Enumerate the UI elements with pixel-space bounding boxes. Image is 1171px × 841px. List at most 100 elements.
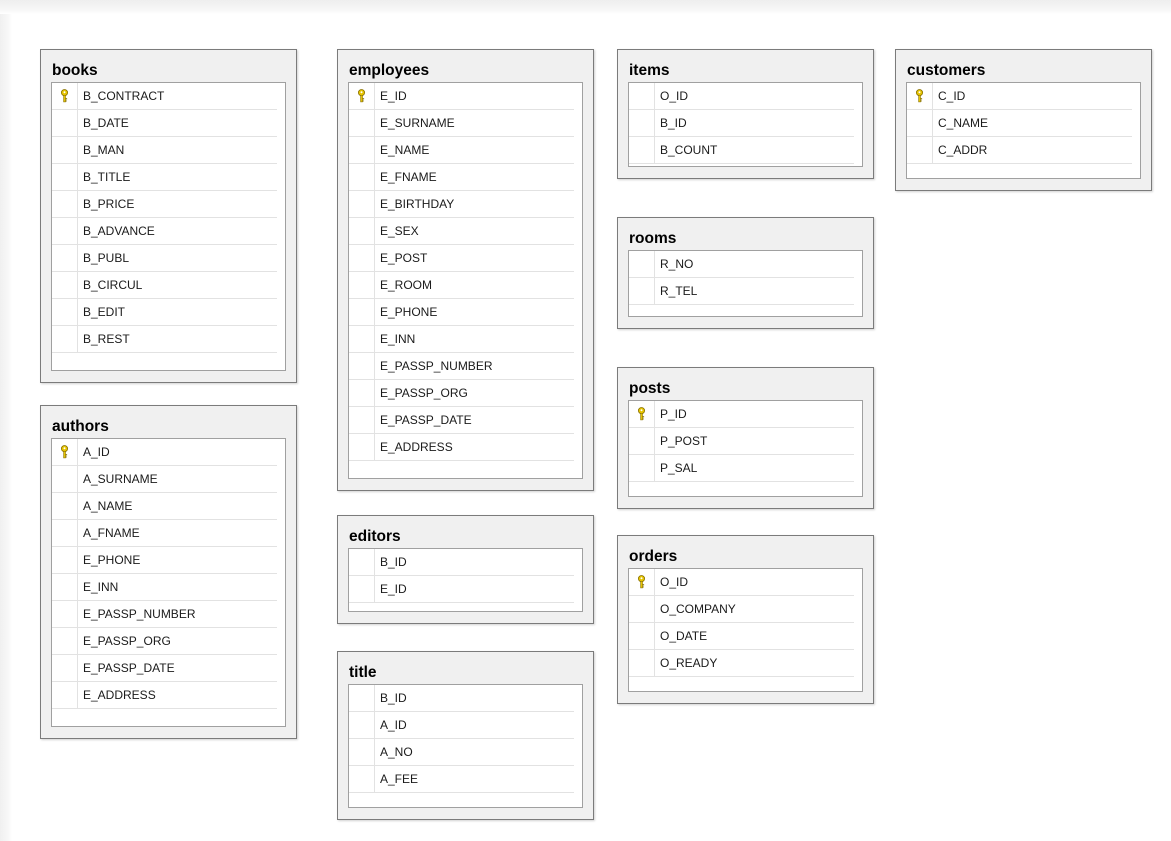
row-selector[interactable] — [349, 164, 375, 190]
table-employees[interactable]: employees E_ID E_SURNAME E_NAME E_FNAME E_BIR… — [337, 49, 594, 491]
column-row[interactable]: E_PASSP_NUMBER — [52, 601, 277, 628]
row-selector[interactable] — [349, 353, 375, 379]
column-row[interactable]: A_FEE — [349, 766, 574, 793]
row-selector[interactable] — [907, 137, 933, 163]
column-row[interactable]: E_INN — [52, 574, 277, 601]
row-selector[interactable] — [52, 655, 78, 681]
table-orders[interactable]: orders O_ID O_COMPANY O_DATE O_READY — [617, 535, 874, 704]
column-row[interactable]: E_FNAME — [349, 164, 574, 191]
row-selector[interactable] — [349, 218, 375, 244]
row-selector[interactable] — [52, 191, 78, 217]
column-row[interactable]: O_ID — [629, 83, 854, 110]
row-selector[interactable] — [52, 574, 78, 600]
column-row[interactable]: B_TITLE — [52, 164, 277, 191]
column-row[interactable]: O_READY — [629, 650, 854, 677]
column-row[interactable]: E_PHONE — [349, 299, 574, 326]
column-row[interactable]: O_COMPANY — [629, 596, 854, 623]
row-selector[interactable] — [349, 245, 375, 271]
row-selector[interactable] — [52, 272, 78, 298]
row-selector[interactable] — [629, 650, 655, 676]
row-selector[interactable] — [629, 623, 655, 649]
column-row[interactable]: E_SURNAME — [349, 110, 574, 137]
row-selector[interactable] — [349, 380, 375, 406]
column-row[interactable]: E_ROOM — [349, 272, 574, 299]
column-row[interactable]: E_PASSP_DATE — [349, 407, 574, 434]
row-selector[interactable] — [349, 712, 375, 738]
row-selector[interactable] — [52, 466, 78, 492]
column-row[interactable]: E_PASSP_NUMBER — [349, 353, 574, 380]
column-row[interactable]: E_PASSP_DATE — [52, 655, 277, 682]
row-selector[interactable] — [629, 278, 655, 304]
column-row[interactable]: A_ID — [52, 439, 277, 466]
row-selector[interactable] — [629, 110, 655, 136]
row-selector[interactable] — [349, 299, 375, 325]
column-row[interactable]: E_PHONE — [52, 547, 277, 574]
row-selector[interactable] — [349, 407, 375, 433]
column-row[interactable]: B_ID — [349, 685, 574, 712]
column-row[interactable]: R_NO — [629, 251, 854, 278]
row-selector[interactable] — [907, 110, 933, 136]
row-selector[interactable] — [629, 251, 655, 277]
row-selector[interactable] — [52, 520, 78, 546]
column-row[interactable]: B_PRICE — [52, 191, 277, 218]
column-row[interactable]: P_POST — [629, 428, 854, 455]
row-selector[interactable] — [349, 191, 375, 217]
column-row[interactable]: B_ID — [349, 549, 574, 576]
column-row[interactable]: C_ADDR — [907, 137, 1132, 164]
row-selector[interactable] — [52, 218, 78, 244]
row-selector[interactable] — [349, 83, 375, 109]
table-books[interactable]: books B_CONTRACT B_DATE B_MAN B_TITLE B_PRICE… — [40, 49, 297, 383]
column-row[interactable]: E_INN — [349, 326, 574, 353]
row-selector[interactable] — [349, 685, 375, 711]
row-selector[interactable] — [52, 326, 78, 352]
table-title[interactable]: employees — [349, 62, 429, 80]
column-row[interactable]: E_SEX — [349, 218, 574, 245]
row-selector[interactable] — [629, 401, 655, 427]
row-selector[interactable] — [52, 110, 78, 136]
table-authors[interactable]: authors A_ID A_SURNAME A_NAME A_FNAME E_PHONE… — [40, 405, 297, 739]
column-row[interactable]: C_ID — [907, 83, 1132, 110]
row-selector[interactable] — [629, 137, 655, 163]
column-row[interactable]: E_ID — [349, 83, 574, 110]
row-selector[interactable] — [52, 137, 78, 163]
table-title[interactable]: customers — [907, 62, 985, 80]
column-row[interactable]: B_REST — [52, 326, 277, 353]
column-row[interactable]: B_ADVANCE — [52, 218, 277, 245]
row-selector[interactable] — [629, 428, 655, 454]
table-customers[interactable]: customers C_ID C_NAME C_ADDR — [895, 49, 1152, 191]
column-row[interactable]: B_COUNT — [629, 137, 854, 164]
row-selector[interactable] — [349, 549, 375, 575]
row-selector[interactable] — [629, 83, 655, 109]
row-selector[interactable] — [52, 439, 78, 465]
table-title[interactable]: authors — [52, 418, 109, 436]
column-row[interactable]: B_CIRCUL — [52, 272, 277, 299]
column-row[interactable]: E_NAME — [349, 137, 574, 164]
row-selector[interactable] — [629, 569, 655, 595]
column-row[interactable]: A_FNAME — [52, 520, 277, 547]
row-selector[interactable] — [349, 137, 375, 163]
table-posts[interactable]: posts P_ID P_POST P_SAL — [617, 367, 874, 509]
row-selector[interactable] — [349, 326, 375, 352]
column-row[interactable]: B_EDIT — [52, 299, 277, 326]
table-title[interactable]: rooms — [629, 230, 676, 248]
table-title[interactable]: title — [349, 664, 377, 682]
table-title[interactable]: title B_ID A_ID A_NO A_FEE — [337, 651, 594, 820]
row-selector[interactable] — [349, 272, 375, 298]
column-row[interactable]: P_SAL — [629, 455, 854, 482]
column-row[interactable]: A_ID — [349, 712, 574, 739]
row-selector[interactable] — [52, 493, 78, 519]
row-selector[interactable] — [52, 245, 78, 271]
table-editors[interactable]: editors B_ID E_ID — [337, 515, 594, 624]
row-selector[interactable] — [52, 83, 78, 109]
column-row[interactable]: E_PASSP_ORG — [52, 628, 277, 655]
row-selector[interactable] — [629, 455, 655, 481]
column-row[interactable]: O_DATE — [629, 623, 854, 650]
column-row[interactable]: R_TEL — [629, 278, 854, 305]
table-title[interactable]: orders — [629, 548, 677, 566]
table-title[interactable]: posts — [629, 380, 670, 398]
column-row[interactable]: O_ID — [629, 569, 854, 596]
row-selector[interactable] — [349, 434, 375, 460]
row-selector[interactable] — [52, 601, 78, 627]
column-row[interactable]: C_NAME — [907, 110, 1132, 137]
column-row[interactable]: B_PUBL — [52, 245, 277, 272]
